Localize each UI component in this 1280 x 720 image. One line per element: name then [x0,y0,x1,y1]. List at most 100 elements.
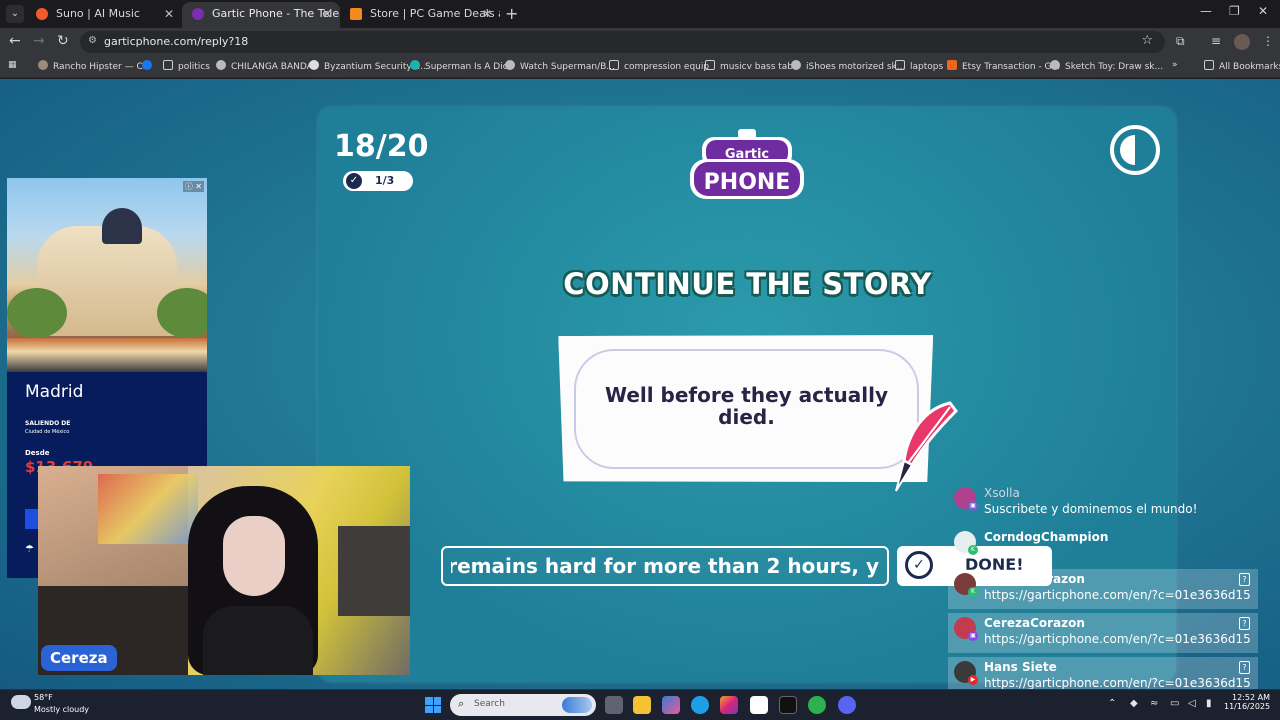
chat-text[interactable]: https://garticphone.com/en/?c=01e3636d15 [984,676,1251,689]
media-controls-icon[interactable]: ≡ [1211,34,1221,48]
discord-icon[interactable] [838,696,856,714]
facebook-bookmark-icon[interactable] [142,60,157,72]
close-tab-icon[interactable]: ✕ [482,2,492,26]
bookmark-item[interactable]: Superman Is A Dick [410,60,513,72]
bookmark-item[interactable]: Rancho Hipster — C... [38,60,151,72]
weather-description[interactable]: Mostly cloudy [34,705,89,714]
site-info-icon[interactable]: ⚙ [88,35,100,47]
chat-message: K CerezaCorazon https://garticphone.com/… [948,569,1258,609]
copilot-icon[interactable] [662,696,680,714]
url-text[interactable]: garticphone.com/reply?18 [104,35,248,48]
bookmark-label: musicv bass tabs [720,62,798,72]
battery-icon[interactable]: ▮ [1206,698,1212,709]
bookmark-label: Watch Superman/B... [520,62,615,72]
gartic-phone-logo: Gartic PHONE [690,129,804,199]
tab-store[interactable]: Store | PC Game Deals and Ste ✕ [340,2,500,28]
volume-icon[interactable]: ◁ [1188,698,1196,709]
chat-message: ▣ Xsolla Suscribete y dominemos el mundo… [948,483,1258,523]
tab-suno[interactable]: Suno | AI Music ✕ [26,2,182,28]
more-bookmarks-icon[interactable]: » [1172,60,1178,70]
ad-desde-label: Desde [25,449,50,457]
taskbar-clock[interactable]: 12:52 AM 11/16/2025 [1224,693,1270,711]
file-explorer-icon[interactable] [633,696,651,714]
bookmark-item[interactable]: politics [163,60,210,72]
bookmark-item[interactable]: iShoes motorized sk... [791,60,905,72]
bookmark-label: iShoes motorized sk... [806,62,906,72]
wifi-icon[interactable]: ≈ [1150,698,1158,709]
taskbar-search[interactable]: ⌕ Search [450,694,596,716]
site-icon [410,60,420,70]
chrome-icon[interactable] [808,696,826,714]
note-icon: ? [1239,661,1250,674]
players-done-count: 1/3 [375,174,395,187]
menu-icon[interactable]: ⋮ [1262,34,1274,48]
restore-icon[interactable]: ❐ [1229,4,1240,18]
weather-temperature[interactable]: 58°F [34,693,53,702]
chat-username: CerezaCorazon [984,572,1085,586]
forward-icon[interactable]: → [33,33,45,49]
minimize-icon[interactable]: — [1200,4,1212,18]
tab-title: Store | PC Game Deals and Ste [370,7,500,20]
chat-text[interactable]: https://garticphone.com/en/?c=01e3636d15 [984,588,1251,602]
twitch-badge-icon: ▣ [968,631,978,641]
apps-icon[interactable]: ▦ [8,60,17,70]
reload-icon[interactable]: ↻ [57,33,69,49]
webcam-overlay [38,466,410,675]
suno-favicon-icon [36,8,48,20]
chat-text: w cere [984,546,1024,560]
time: 12:52 AM [1232,693,1270,702]
all-bookmarks[interactable]: All Bookmarks [1204,60,1280,72]
cam-person-body [203,606,313,675]
bookmark-item[interactable]: laptops [895,60,943,72]
address-bar[interactable]: ⚙ garticphone.com/reply?18 ☆ [80,31,1165,53]
close-window-icon[interactable]: ✕ [1258,4,1268,18]
bookmark-item[interactable]: Byzantium Security I... [309,60,426,72]
bookmark-label: CHILANGA BANDA [231,62,313,72]
tab-search-icon[interactable]: ⌄ [6,5,24,23]
cam-equipment [338,526,410,616]
check-icon: ✓ [346,173,362,189]
browser-tab-bar: ⌄ Suno | AI Music ✕ Gartic Phone - The T… [0,0,1280,28]
platform-badge-icon: ▣ [968,501,978,511]
players-done-pill: ✓ 1/3 [343,171,413,191]
story-answer-input[interactable] [443,548,887,584]
bookmark-item[interactable]: CHILANGA BANDA [216,60,313,72]
bluetooth-icon[interactable]: ◆ [1130,698,1138,709]
bookmark-star-icon[interactable]: ☆ [1141,33,1153,48]
tab-title: Gartic Phone - The Telephone G [212,7,340,20]
site-icon [791,60,801,70]
bookmark-label: compression equip [624,62,710,72]
task-view-icon[interactable] [605,696,623,714]
bookmarks-bar: ▦ Rancho Hipster — C... politics CHILANG… [0,56,1280,78]
site-icon [1050,60,1060,70]
bookmark-item[interactable]: Sketch Toy: Draw sk... [1050,60,1163,72]
cloud-icon[interactable] [11,695,31,709]
amazon-icon[interactable] [750,696,768,714]
bookmark-item[interactable]: musicv bass tabs [705,60,798,72]
bookmark-item[interactable]: Etsy Transaction - G... [947,60,1060,72]
ad-road [7,338,207,372]
edge-icon[interactable] [691,696,709,714]
check-icon: ✓ [905,551,933,579]
close-tab-icon[interactable]: ✕ [164,2,174,26]
new-tab-icon[interactable]: + [505,4,518,23]
folder-icon [705,60,715,70]
bookmark-item[interactable]: compression equip [609,60,709,72]
network-icon[interactable]: ▭ [1170,698,1179,709]
windows-start-icon[interactable] [425,697,441,713]
gartic-favicon-icon [192,8,204,20]
show-hidden-icons[interactable]: ⌃ [1108,698,1116,709]
back-icon[interactable]: ← [9,33,21,49]
chat-username: CorndogChampion [984,530,1109,544]
tab-gartic-phone[interactable]: Gartic Phone - The Telephone G ✕ [182,2,340,28]
chat-text[interactable]: https://garticphone.com/en/?c=01e3636d15 [984,632,1251,646]
profile-avatar[interactable] [1234,34,1250,50]
instagram-icon[interactable] [720,696,738,714]
streamer-name-tag: Cereza [41,645,117,671]
bookmark-item[interactable]: Watch Superman/B... [505,60,615,72]
note-icon: ? [1239,573,1250,586]
close-tab-icon[interactable]: ✕ [322,2,332,26]
x-app-icon[interactable] [779,696,797,714]
extensions-icon[interactable]: ⧉ [1176,34,1185,49]
ad-info-icon[interactable]: ⓘ ✕ [182,181,204,192]
